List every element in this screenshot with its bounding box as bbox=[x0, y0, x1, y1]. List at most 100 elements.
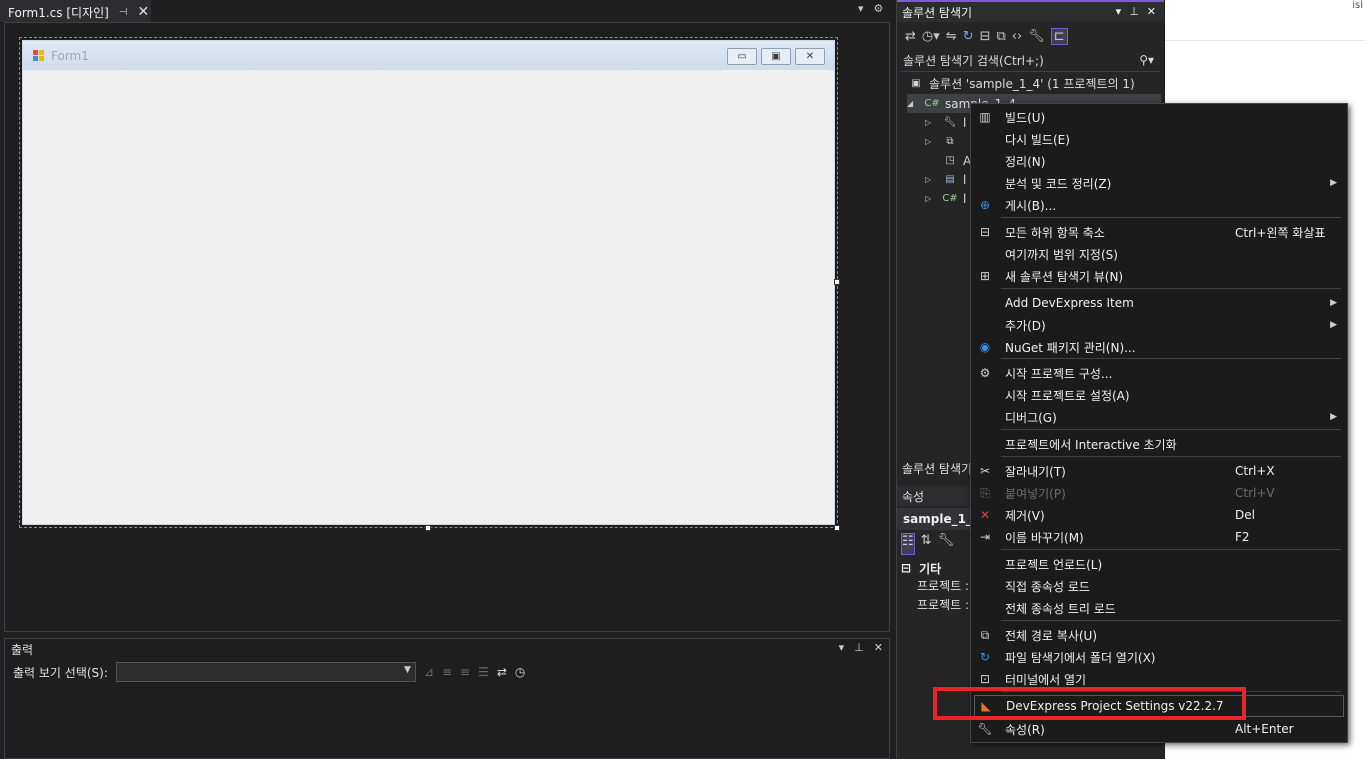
close-icon[interactable]: ✕ bbox=[138, 4, 150, 20]
output-panel: 출력 ▾ ⊥ ✕ 출력 보기 선택(S): ▼ ⊿ ≡ ≡ ☰ ⇄ ◷ bbox=[4, 638, 890, 759]
preview-icon[interactable]: ⊏ bbox=[1050, 27, 1068, 45]
solution-explorer-search[interactable]: 솔루션 탐색기 검색(Ctrl+;) ⚲▾ bbox=[901, 50, 1160, 72]
menu-item-d[interactable]: 추가(D) ▶ bbox=[971, 314, 1347, 336]
menu-separator bbox=[1001, 549, 1341, 550]
tree-appconfig-node[interactable]: ◳ A bbox=[943, 151, 971, 170]
menu-item-z[interactable]: 분석 및 코드 정리(Z) ▶ bbox=[971, 172, 1347, 194]
menu-item-add-devexpress-item[interactable]: Add DevExpress Item ▶ bbox=[971, 292, 1347, 314]
collapsed-icon[interactable]: ▷ bbox=[925, 194, 935, 203]
collapsed-icon[interactable]: ▷ bbox=[925, 175, 935, 184]
collapsed-icon[interactable]: ▷ bbox=[925, 118, 935, 127]
menu-item-a[interactable]: 시작 프로젝트로 설정(A) bbox=[971, 384, 1347, 406]
tree-program-node[interactable]: ▷ C# l bbox=[925, 189, 966, 208]
menu-item-s[interactable]: 여기까지 범위 지정(S) bbox=[971, 243, 1347, 265]
show-all-files-icon[interactable]: ⧉ bbox=[997, 29, 1006, 44]
menu-item-u[interactable]: ⧉ 전체 경로 복사(U) bbox=[971, 624, 1347, 646]
menu-item-b[interactable]: ⊕ 게시(B)... bbox=[971, 194, 1347, 216]
menu-item-e[interactable]: 다시 빌드(E) bbox=[971, 128, 1347, 150]
menu-item-label: Add DevExpress Item bbox=[1005, 296, 1134, 310]
menu-item-g[interactable]: 디버그(G) ▶ bbox=[971, 406, 1347, 428]
close-icon[interactable]: ✕ bbox=[1147, 5, 1156, 18]
sort-alpha-icon[interactable]: ⇅ bbox=[921, 533, 932, 555]
designer-tab-tools: ▾ ⚙ bbox=[858, 2, 894, 20]
menu-item-p[interactable]: ⎘ 붙여넣기(P) Ctrl+V bbox=[971, 482, 1347, 504]
expanded-icon[interactable]: ◢ bbox=[907, 99, 917, 108]
chevron-down-icon[interactable]: ▾ bbox=[839, 641, 845, 654]
close-button[interactable]: ✕ bbox=[795, 48, 825, 65]
properties-category[interactable]: ⊟ 기타 bbox=[901, 559, 941, 577]
menu-item-label: 속성(R) bbox=[1005, 722, 1045, 737]
wrench-icon[interactable]: 🔧︎ bbox=[938, 533, 955, 555]
menu-item-u[interactable]: ▥ 빌드(U) bbox=[971, 106, 1347, 128]
tree-references-node[interactable]: ▷ ⧉ bbox=[925, 132, 963, 151]
highlight-annotation bbox=[933, 687, 1246, 720]
menu-item-item-11[interactable]: ⚙ 시작 프로젝트 구성... bbox=[971, 362, 1347, 384]
pin-icon[interactable]: ⊥ bbox=[1129, 5, 1139, 18]
categorized-icon[interactable]: ☷ bbox=[901, 533, 915, 555]
menu-item-label: 빌드(U) bbox=[1005, 110, 1046, 125]
menu-item-shortcut: Ctrl+X bbox=[1235, 464, 1275, 478]
menu-item-item-21[interactable]: 전체 종속성 트리 로드 bbox=[971, 597, 1347, 619]
previous-message-icon[interactable]: ≡ bbox=[442, 665, 452, 679]
clock-icon[interactable]: ◷ bbox=[515, 665, 525, 679]
menu-item-l[interactable]: 프로젝트 언로드(L) bbox=[971, 553, 1347, 575]
wrench-icon: 🔧︎ bbox=[943, 117, 957, 128]
gear-icon[interactable]: ⚙ bbox=[874, 2, 884, 20]
tree-solution-node[interactable]: ▣ 솔루션 'sample_1_4' (1 프로젝트의 1) bbox=[909, 74, 1134, 93]
output-source-select[interactable]: ▼ bbox=[115, 662, 416, 682]
collapsed-icon[interactable]: ▷ bbox=[925, 137, 935, 146]
pin-icon[interactable]: ⊥ bbox=[854, 641, 864, 654]
tab-form1-designer[interactable]: Form1.cs [디자인] ⊣ ✕ bbox=[0, 0, 151, 22]
resize-handle-right[interactable] bbox=[834, 279, 840, 285]
menu-separator bbox=[1001, 217, 1341, 218]
menu-item-m[interactable]: ⇥ 이름 바꾸기(M) F2 bbox=[971, 526, 1347, 548]
clear-all-icon[interactable]: ☰ bbox=[478, 665, 489, 679]
menu-item-label: 디버그(G) bbox=[1005, 410, 1057, 425]
pin-icon[interactable]: ⊣ bbox=[119, 7, 128, 18]
code-view-icon[interactable]: ‹› bbox=[1012, 29, 1022, 44]
csharp-project-icon: C# bbox=[924, 98, 940, 109]
visual-studio-window: Form1.cs [디자인] ⊣ ✕ ▾ ⚙ Form1 ▭ ▣ ✕ 출력 ▾ bbox=[0, 0, 1365, 759]
resize-handle-bottom[interactable] bbox=[425, 525, 431, 531]
maximize-button[interactable]: ▣ bbox=[761, 48, 791, 65]
menu-item-v[interactable]: ✕ 제거(V) Del bbox=[971, 504, 1347, 526]
word-wrap-icon[interactable]: ⇄ bbox=[497, 665, 507, 679]
tab-label: Form1.cs [디자인] bbox=[8, 5, 109, 20]
menu-item-r[interactable]: 🔧︎ 속성(R) Alt+Enter bbox=[971, 718, 1347, 740]
resize-handle-corner[interactable] bbox=[834, 525, 840, 531]
menu-item-label: 붙여넣기(P) bbox=[1005, 486, 1066, 501]
menu-item-item-20[interactable]: 직접 종속성 로드 bbox=[971, 575, 1347, 597]
switch-view-icon[interactable]: ⇄ bbox=[905, 29, 916, 44]
collapse-icon[interactable]: ⊟ bbox=[901, 561, 911, 575]
refresh-icon[interactable]: ↻ bbox=[963, 29, 974, 44]
menu-item-label: 시작 프로젝트 구성... bbox=[1005, 366, 1113, 381]
sync-icon[interactable]: ⇋ bbox=[946, 29, 957, 44]
menu-item-label: 정리(N) bbox=[1005, 154, 1046, 169]
next-message-icon[interactable]: ≡ bbox=[460, 665, 470, 679]
tree-properties-node[interactable]: ▷ 🔧︎ l bbox=[925, 113, 966, 132]
wrench-icon[interactable]: 🔧︎ bbox=[1028, 29, 1045, 44]
minimize-button[interactable]: ▭ bbox=[727, 48, 757, 65]
menu-item-n[interactable]: 정리(N) bbox=[971, 150, 1347, 172]
menu-item-t[interactable]: ✂ 잘라내기(T) Ctrl+X bbox=[971, 460, 1347, 482]
form1-window[interactable]: Form1 ▭ ▣ ✕ bbox=[22, 40, 835, 525]
search-icon[interactable]: ⚲▾ bbox=[1139, 53, 1154, 67]
menu-item-interactive[interactable]: 프로젝트에서 Interactive 초기화 bbox=[971, 433, 1347, 455]
menu-item-x[interactable]: ↻ 파일 탐색기에서 폴더 열기(X) bbox=[971, 646, 1347, 668]
history-icon[interactable]: ◷▾ bbox=[922, 29, 940, 44]
solution-icon: ▣ bbox=[911, 78, 921, 89]
close-icon[interactable]: ✕ bbox=[874, 641, 883, 654]
property-row[interactable]: 프로젝트 : bbox=[917, 577, 969, 595]
menu-item-label: 프로젝트에서 Interactive 초기화 bbox=[1005, 437, 1177, 452]
chevron-down-icon[interactable]: ▾ bbox=[1116, 5, 1122, 18]
find-message-icon[interactable]: ⊿ bbox=[424, 665, 434, 679]
collapse-all-icon[interactable]: ⊟ bbox=[980, 29, 991, 44]
nuget-icon: ◉ bbox=[979, 340, 991, 354]
property-row[interactable]: 프로젝트 : bbox=[917, 596, 969, 614]
menu-item-item-5[interactable]: ⊟ 모든 하위 항목 축소 Ctrl+왼쪽 화살표 bbox=[971, 221, 1347, 243]
tree-form-node[interactable]: ▷ ▤ l bbox=[925, 170, 966, 189]
chevron-down-icon[interactable]: ▾ bbox=[858, 2, 864, 20]
menu-item-nuget-n[interactable]: ◉ NuGet 패키지 관리(N)... bbox=[971, 336, 1347, 358]
menu-item-n[interactable]: ⊞ 새 솔루션 탐색기 뷰(N) bbox=[971, 265, 1347, 287]
menu-item-label: 시작 프로젝트로 설정(A) bbox=[1005, 388, 1130, 403]
